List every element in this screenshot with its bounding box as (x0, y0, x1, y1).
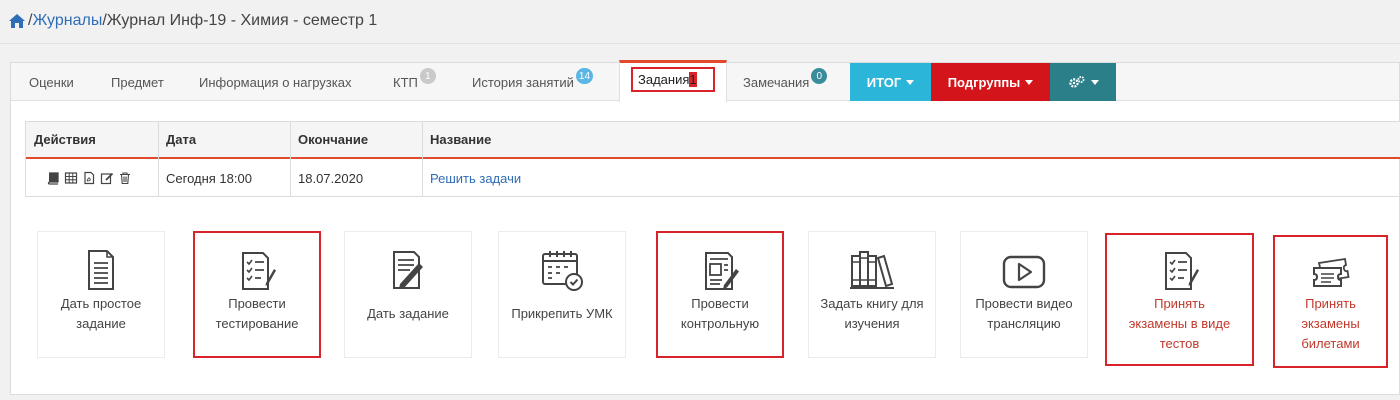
accept-exams-tests-card[interactable]: Принять экзамены в виде тестов (1105, 233, 1254, 366)
subgroups-dropdown-button[interactable]: Подгруппы (931, 63, 1050, 101)
tickets-icon (1312, 257, 1350, 287)
tab-label: Предмет (111, 74, 164, 90)
card-label: экзамены (1301, 316, 1360, 331)
count-badge: 0 (811, 68, 828, 84)
tab-bar: Оценки Предмет Информация о нагрузках КТ… (11, 60, 1399, 102)
count-badge: 14 (575, 68, 594, 84)
card-label: Прикрепить УМК (511, 306, 613, 321)
table-icon[interactable] (64, 171, 78, 185)
trash-icon[interactable] (118, 171, 132, 185)
card-label: Провести видео (975, 296, 1073, 311)
test-checklist-icon (1164, 252, 1199, 290)
count-badge: 1 (419, 68, 436, 84)
dropdown-label: ИТОГ (866, 74, 902, 90)
test-checklist-icon (242, 252, 276, 290)
gears-icon (1068, 76, 1084, 88)
conduct-testing-card[interactable]: Провести тестирование (193, 231, 321, 358)
row-name: Решить задачи (422, 159, 822, 197)
conduct-control-card[interactable]: Провести контрольную (656, 231, 784, 358)
column-header-name: Название (430, 132, 492, 147)
document-lines-icon (88, 250, 114, 290)
assignment-link[interactable]: Решить задачи (430, 171, 521, 186)
tab-ktp[interactable]: КТП 1 (393, 63, 436, 101)
book-icon[interactable] (46, 171, 60, 185)
card-label: Принять (1154, 296, 1205, 311)
count-badge: 1 (689, 72, 697, 87)
simple-assignment-card[interactable]: Дать простое задание (37, 231, 165, 358)
row-actions (26, 159, 158, 197)
tab-remarks[interactable]: Замечания 0 (743, 63, 828, 101)
dropdown-label: Подгруппы (947, 74, 1021, 90)
breadcrumb: / Журналы / Журнал Инф-19 - Химия - семе… (8, 8, 377, 34)
column-header-end: Окончание (298, 132, 369, 147)
header-divider (0, 43, 1400, 44)
breadcrumb-link-journals[interactable]: Журналы (32, 12, 102, 30)
pdf-icon[interactable] (82, 171, 96, 185)
column-divider (290, 122, 291, 197)
settings-dropdown-button[interactable] (1050, 63, 1116, 101)
column-divider (158, 122, 159, 197)
card-label: билетами (1301, 336, 1360, 351)
card-label: Дать простое (60, 296, 142, 311)
column-header-date: Дата (166, 132, 197, 147)
column-divider (422, 122, 423, 197)
exam-sheet-icon (705, 252, 739, 290)
tab-grades[interactable]: Оценки (29, 63, 74, 101)
tab-label: КТП (393, 74, 418, 90)
breadcrumb-current: Журнал Инф-19 - Химия - семестр 1 (106, 12, 378, 29)
card-label: Принять (1305, 296, 1356, 311)
caret-down-icon (1025, 79, 1034, 85)
tab-label: Замечания (743, 74, 810, 90)
table-row: Сегодня 18:00 18.07.2020 Решить задачи (26, 159, 1400, 197)
tab-label: Оценки (29, 74, 74, 90)
video-play-icon (1002, 255, 1046, 289)
card-label: задание (76, 316, 126, 331)
caret-down-icon (906, 79, 915, 85)
tab-lesson-history[interactable]: История занятий 14 (472, 63, 594, 101)
document-pen-icon (393, 251, 423, 289)
card-label: Дать задание (367, 306, 449, 321)
tab-assignments[interactable]: Задания 1 (619, 60, 727, 102)
column-header-actions: Действия (34, 132, 96, 147)
card-label: изучения (844, 316, 900, 331)
card-label: экзамены в виде (1128, 316, 1231, 331)
video-broadcast-card[interactable]: Провести видео трансляцию (960, 231, 1088, 358)
table-header: Действия Дата Окончание Название (26, 122, 1400, 159)
caret-down-icon (1090, 79, 1099, 85)
attach-umk-card[interactable]: Прикрепить УМК (498, 231, 626, 358)
tab-highlight: Задания 1 (631, 67, 715, 92)
tab-workload-info[interactable]: Информация о нагрузках (199, 63, 351, 101)
card-label: Провести (691, 296, 749, 311)
card-label: Задать книгу для (820, 296, 924, 311)
edit-icon[interactable] (100, 171, 114, 185)
card-label: трансляцию (987, 316, 1061, 331)
assign-book-card[interactable]: Задать книгу для изучения (808, 231, 936, 358)
card-label: Провести (228, 296, 286, 311)
journal-panel: Оценки Предмет Информация о нагрузках КТ… (10, 60, 1400, 395)
assignments-table: Действия Дата Окончание Название Сегодня… (25, 121, 1400, 197)
tab-label: История занятий (472, 74, 574, 90)
card-label: тестов (1159, 336, 1200, 351)
accept-exams-tickets-card[interactable]: Принять экзамены билетами (1273, 235, 1388, 368)
tab-subject[interactable]: Предмет (111, 63, 164, 101)
total-dropdown-button[interactable]: ИТОГ (850, 63, 931, 101)
tab-label: Задания (638, 72, 690, 87)
card-label: контрольную (680, 316, 760, 331)
home-icon[interactable] (8, 13, 26, 29)
row-date: Сегодня 18:00 (166, 170, 252, 186)
calendar-check-icon (542, 251, 583, 291)
card-label: тестирование (215, 316, 299, 331)
give-assignment-card[interactable]: Дать задание (344, 231, 472, 358)
books-icon (850, 251, 894, 289)
row-end-date: 18.07.2020 (298, 170, 364, 186)
tab-label: Информация о нагрузках (199, 74, 352, 90)
